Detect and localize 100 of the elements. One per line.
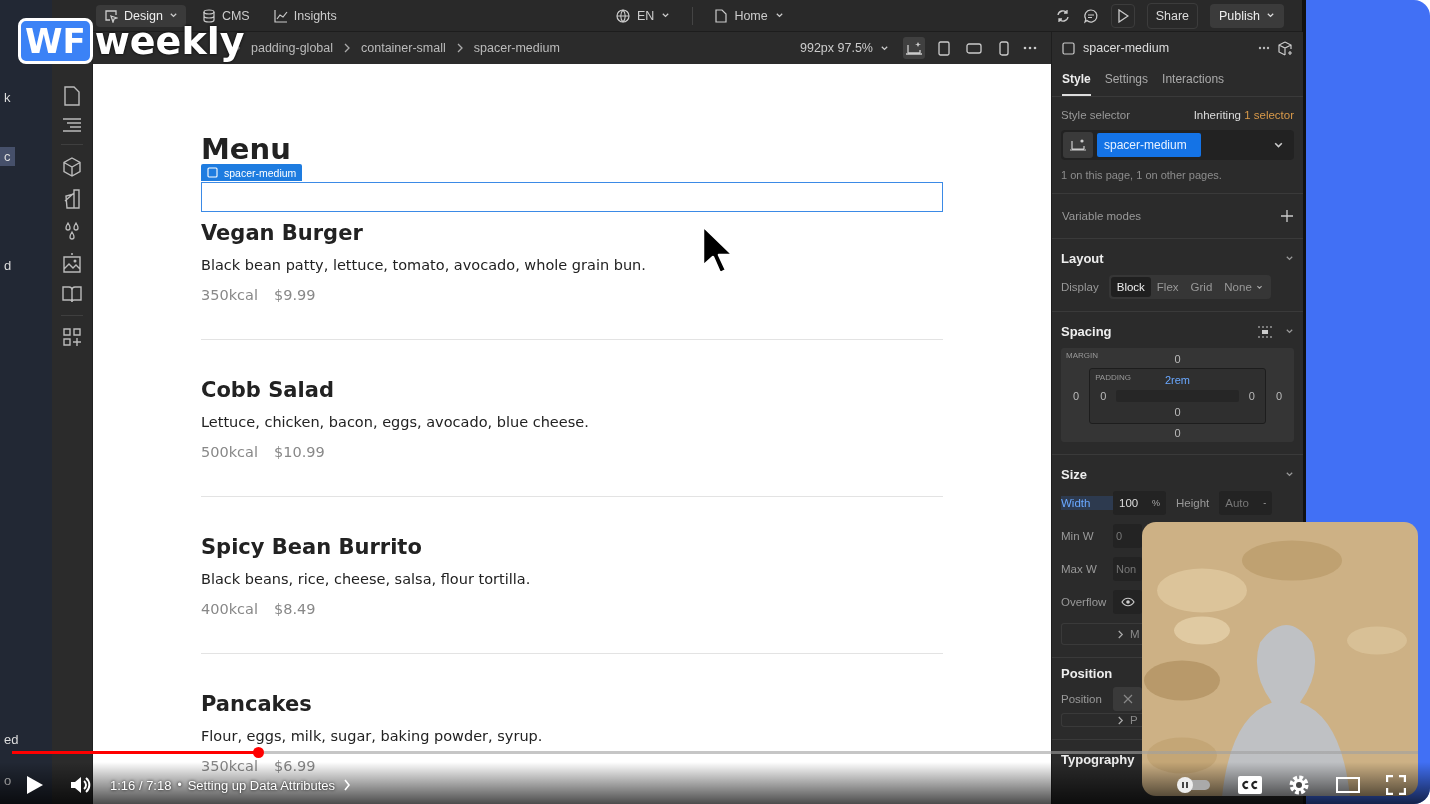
captions-icon[interactable] bbox=[1238, 776, 1262, 794]
cursor-box-icon bbox=[104, 8, 118, 23]
preview-button[interactable] bbox=[1110, 3, 1135, 28]
variable-modes-label: Variable modes bbox=[1062, 210, 1142, 222]
settings-icon[interactable] bbox=[1288, 774, 1310, 796]
inheriting-label: Inheriting bbox=[1193, 109, 1241, 121]
display-option[interactable]: Flex bbox=[1150, 277, 1185, 297]
square-icon bbox=[1062, 41, 1075, 55]
padding-value[interactable]: 2rem bbox=[1164, 373, 1191, 387]
selection-tag: spacer-medium bbox=[201, 164, 303, 181]
dish-description: Lettuce, chicken, bacon, eggs, avocado, blue cheese. bbox=[201, 413, 590, 431]
overflow-visible-button[interactable] bbox=[1113, 590, 1142, 614]
calories-text: 400kcal bbox=[201, 602, 258, 617]
breadcrumb-item[interactable]: padding-global bbox=[251, 41, 333, 55]
play-icon[interactable] bbox=[26, 775, 44, 795]
max-width-field[interactable]: Non bbox=[1113, 557, 1142, 581]
padding-value[interactable]: 0 bbox=[1100, 390, 1107, 402]
theater-mode-icon[interactable] bbox=[1336, 777, 1360, 793]
display-option[interactable]: Block bbox=[1110, 277, 1151, 297]
padding-label: PADDING bbox=[1095, 373, 1131, 382]
panel-tab[interactable]: Settings bbox=[1104, 72, 1149, 96]
dish-description: Flour, eggs, milk, sugar, baking powder, syrup. bbox=[201, 727, 544, 745]
progress-handle[interactable] bbox=[253, 747, 265, 758]
section-title: Spacing bbox=[1061, 324, 1112, 339]
dish-title: Cobb Salad bbox=[201, 377, 334, 404]
locale-menu[interactable]: EN bbox=[616, 8, 671, 23]
padding-value[interactable]: 0 bbox=[1248, 390, 1255, 402]
cube-plus-icon[interactable] bbox=[1278, 40, 1293, 56]
margin-value[interactable]: 0 bbox=[1275, 390, 1282, 402]
section-title: Position bbox=[1061, 666, 1113, 681]
panel-tab[interactable]: Style bbox=[1062, 72, 1091, 96]
class-chip[interactable]: spacer-medium bbox=[1097, 133, 1201, 157]
page-icon[interactable] bbox=[63, 86, 81, 106]
volume-icon[interactable] bbox=[70, 775, 92, 795]
price-text: $10.99 bbox=[273, 445, 325, 460]
display-option[interactable]: Grid bbox=[1184, 277, 1219, 297]
breadcrumb-item[interactable]: spacer-medium bbox=[473, 41, 560, 55]
book-icon[interactable] bbox=[62, 285, 82, 303]
max-width-label: Max W bbox=[1061, 563, 1098, 575]
spacing-icon[interactable] bbox=[1257, 325, 1273, 338]
usage-text: 1 on this page, 1 on other pages. bbox=[1061, 169, 1223, 181]
width-label: Width bbox=[1061, 496, 1113, 510]
sidebar-item[interactable]: ed bbox=[0, 730, 23, 749]
autoplay-toggle[interactable] bbox=[1176, 777, 1212, 793]
cube-icon[interactable] bbox=[63, 157, 81, 177]
mode-tab[interactable]: CMS bbox=[193, 4, 258, 27]
time-display: 1:16 / 7:18 bbox=[110, 777, 172, 793]
sync-icon[interactable] bbox=[1054, 7, 1071, 24]
viewport-size-menu[interactable]: 992px 97.5% bbox=[800, 41, 889, 55]
comment-icon[interactable] bbox=[1082, 7, 1099, 24]
display-option[interactable]: None bbox=[1218, 277, 1269, 297]
more-icon[interactable] bbox=[1258, 46, 1270, 50]
class-selector-field[interactable]: spacer-medium bbox=[1061, 130, 1294, 160]
padding-value[interactable]: 0 bbox=[1174, 405, 1181, 419]
fullscreen-icon[interactable] bbox=[1386, 775, 1406, 795]
share-button[interactable]: Share bbox=[1146, 2, 1198, 29]
margin-value[interactable]: 0 bbox=[1174, 426, 1181, 440]
page-icon bbox=[715, 8, 728, 23]
play-icon bbox=[1116, 8, 1129, 23]
page-menu[interactable]: Home bbox=[715, 8, 784, 23]
style-selector-label: Style selector bbox=[1061, 109, 1131, 121]
element-name: spacer-medium bbox=[1083, 41, 1171, 55]
panel-tab[interactable]: Interactions bbox=[1162, 72, 1225, 96]
apps-icon[interactable] bbox=[63, 328, 81, 346]
desktop-icon bbox=[1063, 132, 1093, 158]
dish-title: Vegan Burger bbox=[201, 220, 363, 247]
height-label: Height bbox=[1176, 497, 1210, 509]
image-icon[interactable] bbox=[63, 253, 81, 273]
breadcrumb-item[interactable]: container-small bbox=[361, 41, 446, 55]
display-label: Display bbox=[1061, 281, 1099, 293]
drops-icon[interactable] bbox=[63, 221, 81, 241]
dish-title: Pancakes bbox=[201, 691, 312, 718]
calories-text: 350kcal bbox=[201, 288, 258, 303]
publish-button[interactable]: Publish bbox=[1210, 3, 1284, 28]
eye-icon bbox=[1120, 597, 1135, 607]
width-field[interactable]: 100 % bbox=[1113, 491, 1166, 515]
phone-icon bbox=[999, 40, 1009, 56]
device-button[interactable] bbox=[903, 37, 925, 59]
min-width-field[interactable]: 0 bbox=[1113, 524, 1142, 548]
tablet-icon bbox=[938, 40, 950, 56]
price-text: $6.99 bbox=[273, 759, 316, 774]
price-text: $9.99 bbox=[273, 288, 316, 303]
sidebar-item[interactable]: k bbox=[0, 88, 15, 107]
height-field[interactable]: Auto - bbox=[1219, 491, 1273, 515]
calories-text: 350kcal bbox=[201, 759, 258, 774]
position-none-button[interactable] bbox=[1113, 687, 1142, 711]
inherit-link[interactable]: 1 selector bbox=[1244, 109, 1294, 121]
desktop-icon bbox=[905, 41, 923, 55]
calories-text: 500kcal bbox=[201, 445, 258, 460]
sidebar-item[interactable]: o bbox=[0, 771, 16, 790]
margin-value[interactable]: 0 bbox=[1174, 352, 1181, 366]
sidebar-item[interactable]: d bbox=[0, 256, 16, 275]
swatch-icon[interactable] bbox=[63, 189, 81, 209]
lines-icon[interactable] bbox=[62, 118, 82, 132]
mode-tab[interactable]: Insights bbox=[265, 4, 345, 27]
margin-value[interactable]: 0 bbox=[1073, 390, 1080, 402]
more-icon[interactable] bbox=[1023, 46, 1037, 50]
sidebar-item[interactable]: c bbox=[0, 147, 15, 166]
plus-icon[interactable] bbox=[1281, 210, 1293, 222]
chart-icon bbox=[273, 8, 288, 23]
